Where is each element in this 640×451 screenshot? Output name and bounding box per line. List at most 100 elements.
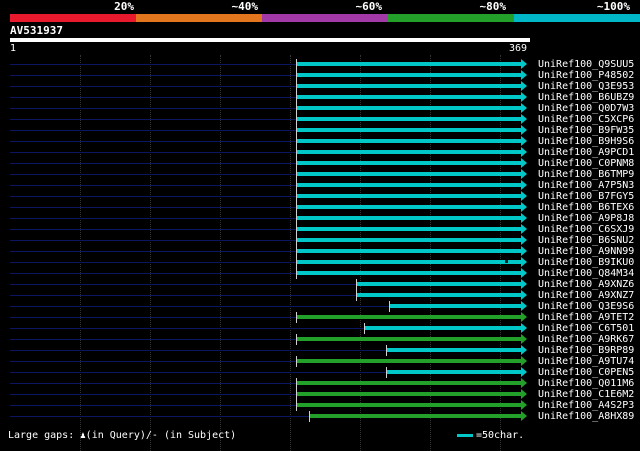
hit-row[interactable]: UniRef100_C5XCP6 <box>0 114 640 125</box>
hit-label-link[interactable]: UniRef100_B6SNU2 <box>538 235 634 246</box>
hit-row[interactable]: UniRef100_B9FW35 <box>0 125 640 136</box>
hit-row[interactable]: UniRef100_A9RK67 <box>0 334 640 345</box>
hit-label-link[interactable]: UniRef100_A9RK67 <box>538 334 634 345</box>
hit-bar[interactable] <box>297 194 521 198</box>
hit-label-link[interactable]: UniRef100_A9XNZ6 <box>538 279 634 290</box>
hit-label-link[interactable]: UniRef100_B9H9S6 <box>538 136 634 147</box>
hit-bar[interactable] <box>297 62 521 66</box>
hit-row[interactable]: UniRef100_C6SXJ9 <box>0 224 640 235</box>
hit-bar[interactable] <box>365 326 521 330</box>
hit-row[interactable]: UniRef100_P48502 <box>0 70 640 81</box>
hit-row[interactable]: UniRef100_C0PEN5 <box>0 367 640 378</box>
hit-label-link[interactable]: UniRef100_B7FGY5 <box>538 191 634 202</box>
hit-row[interactable]: UniRef100_A9XNZ7 <box>0 290 640 301</box>
hit-row[interactable]: UniRef100_A9PCD1 <box>0 147 640 158</box>
hit-label-link[interactable]: UniRef100_C0PEN5 <box>538 367 634 378</box>
hit-label-link[interactable]: UniRef100_Q3E953 <box>538 81 634 92</box>
hit-bar[interactable] <box>297 117 521 121</box>
hit-label-link[interactable]: UniRef100_P48502 <box>538 70 634 81</box>
hit-row[interactable]: UniRef100_B6TMP9 <box>0 169 640 180</box>
hit-bar[interactable] <box>297 106 521 110</box>
hit-label-link[interactable]: UniRef100_Q011M6 <box>538 378 634 389</box>
hit-label-link[interactable]: UniRef100_B6TMP9 <box>538 169 634 180</box>
hit-bar[interactable] <box>297 260 521 264</box>
hit-bar[interactable] <box>297 249 521 253</box>
hit-bar[interactable] <box>297 205 521 209</box>
hit-label-link[interactable]: UniRef100_A9TET2 <box>538 312 634 323</box>
hit-bar[interactable] <box>357 293 521 297</box>
hit-row[interactable]: UniRef100_B6SNU2 <box>0 235 640 246</box>
hit-row[interactable]: UniRef100_B6TEX6 <box>0 202 640 213</box>
hit-row[interactable]: UniRef100_A9TU74 <box>0 356 640 367</box>
hit-row[interactable]: UniRef100_A9XNZ6 <box>0 279 640 290</box>
hit-row[interactable]: UniRef100_Q9SUU5 <box>0 59 640 70</box>
hit-row[interactable]: UniRef100_B9RP89 <box>0 345 640 356</box>
hit-bar[interactable] <box>297 73 521 77</box>
hit-row[interactable]: UniRef100_A8HX89 <box>0 411 640 422</box>
hit-label-link[interactable]: UniRef100_B6UBZ9 <box>538 92 634 103</box>
hit-row[interactable]: UniRef100_A9P8J8 <box>0 213 640 224</box>
hit-row[interactable]: UniRef100_B6UBZ9 <box>0 92 640 103</box>
hit-label-link[interactable]: UniRef100_Q0D7W3 <box>538 103 634 114</box>
hit-label-link[interactable]: UniRef100_C6SXJ9 <box>538 224 634 235</box>
hit-bar[interactable] <box>297 392 521 396</box>
hit-label-link[interactable]: UniRef100_A9P8J8 <box>538 213 634 224</box>
hit-bar[interactable] <box>297 216 521 220</box>
hit-bar[interactable] <box>297 227 521 231</box>
hit-bar[interactable] <box>387 370 521 374</box>
hit-label-link[interactable]: UniRef100_Q9SUU5 <box>538 59 634 70</box>
hit-row[interactable]: UniRef100_A7P5N3 <box>0 180 640 191</box>
hit-row[interactable]: UniRef100_Q0D7W3 <box>0 103 640 114</box>
hit-bar[interactable] <box>310 414 521 418</box>
hit-row[interactable]: UniRef100_C0PNM8 <box>0 158 640 169</box>
hit-label-link[interactable]: UniRef100_A4S2P3 <box>538 400 634 411</box>
hit-label-link[interactable]: UniRef100_C5XCP6 <box>538 114 634 125</box>
hit-bar[interactable] <box>297 150 521 154</box>
hit-label-link[interactable]: UniRef100_A9XNZ7 <box>538 290 634 301</box>
hit-row[interactable]: UniRef100_B9IKU0 <box>0 257 640 268</box>
hit-label-link[interactable]: UniRef100_C0PNM8 <box>538 158 634 169</box>
hit-label-link[interactable]: UniRef100_B6TEX6 <box>538 202 634 213</box>
hit-label-link[interactable]: UniRef100_A8HX89 <box>538 411 634 422</box>
hit-bar[interactable] <box>297 95 521 99</box>
hit-bar[interactable] <box>297 139 521 143</box>
hit-label-link[interactable]: UniRef100_C1E6M2 <box>538 389 634 400</box>
hit-bar[interactable] <box>297 161 521 165</box>
hit-bar[interactable] <box>297 172 521 176</box>
hit-bar[interactable] <box>387 348 521 352</box>
hit-bar[interactable] <box>297 84 521 88</box>
hit-row[interactable]: UniRef100_A9TET2 <box>0 312 640 323</box>
hit-label-link[interactable]: UniRef100_A9PCD1 <box>538 147 634 158</box>
hit-arrow-icon <box>521 92 527 102</box>
hit-bar[interactable] <box>297 403 521 407</box>
hit-bar[interactable] <box>297 128 521 132</box>
hit-row[interactable]: UniRef100_Q84M34 <box>0 268 640 279</box>
hit-row[interactable]: UniRef100_Q011M6 <box>0 378 640 389</box>
hit-bar[interactable] <box>297 381 521 385</box>
hit-bar[interactable] <box>357 282 521 286</box>
hit-label-link[interactable]: UniRef100_B9IKU0 <box>538 257 634 268</box>
hit-bar[interactable] <box>297 238 521 242</box>
hit-row[interactable]: UniRef100_C1E6M2 <box>0 389 640 400</box>
hit-label-link[interactable]: UniRef100_B9FW35 <box>538 125 634 136</box>
hit-bar[interactable] <box>297 359 521 363</box>
hit-row[interactable]: UniRef100_A4S2P3 <box>0 400 640 411</box>
hit-label-link[interactable]: UniRef100_C6T501 <box>538 323 634 334</box>
hit-row[interactable]: UniRef100_Q3E953 <box>0 81 640 92</box>
hit-label-link[interactable]: UniRef100_A7P5N3 <box>538 180 634 191</box>
hit-row[interactable]: UniRef100_B7FGY5 <box>0 191 640 202</box>
hit-row[interactable]: UniRef100_B9H9S6 <box>0 136 640 147</box>
hit-row[interactable]: UniRef100_A9NN99 <box>0 246 640 257</box>
hit-label-link[interactable]: UniRef100_A9NN99 <box>538 246 634 257</box>
hit-label-link[interactable]: UniRef100_A9TU74 <box>538 356 634 367</box>
hit-bar[interactable] <box>297 183 521 187</box>
hit-label-link[interactable]: UniRef100_B9RP89 <box>538 345 634 356</box>
hit-bar[interactable] <box>297 271 521 275</box>
hit-bar[interactable] <box>390 304 521 308</box>
hit-row[interactable]: UniRef100_C6T501 <box>0 323 640 334</box>
hit-label-link[interactable]: UniRef100_Q84M34 <box>538 268 634 279</box>
hit-bar[interactable] <box>297 337 521 341</box>
hit-bar[interactable] <box>297 315 521 319</box>
hit-row[interactable]: UniRef100_Q3E9S6 <box>0 301 640 312</box>
hit-label-link[interactable]: UniRef100_Q3E9S6 <box>538 301 634 312</box>
